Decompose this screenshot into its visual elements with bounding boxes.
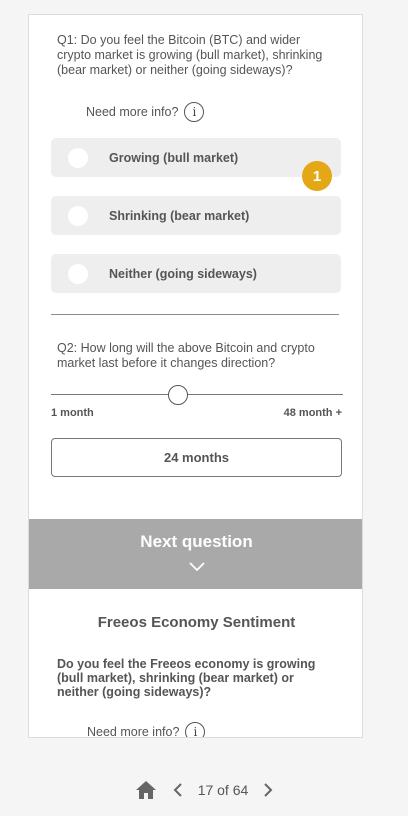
pagination-bar: 17 of 64 [0,776,408,804]
chevron-right-icon[interactable] [262,782,274,798]
option-growing[interactable]: Growing (bull market) [51,138,341,177]
page-indicator: 17 of 64 [197,782,249,798]
section-title: Freeos Economy Sentiment [97,614,296,631]
need-more-info-label: Need more info? [87,725,180,738]
home-icon[interactable] [134,779,158,801]
option-neither[interactable]: Neither (going sideways) [51,254,341,293]
next-question-button[interactable]: Next question [29,519,362,589]
option-label: Neither (going sideways) [109,266,257,281]
radio-button[interactable] [68,147,88,168]
need-more-info-link-2[interactable]: Need more info? i [87,721,206,738]
info-icon[interactable]: i [184,102,205,122]
duration-value-field[interactable]: 24 months [51,438,342,477]
question-2-text: Q2: How long will the above Bitcoin and … [57,341,315,370]
option-partial[interactable] [51,737,341,738]
duration-slider-track[interactable] [51,394,343,395]
radio-button[interactable] [68,205,88,226]
chevron-left-icon[interactable] [172,782,184,798]
next-question-label: Next question [140,532,253,551]
need-more-info-link[interactable]: Need more info? i [86,101,205,123]
slider-min-label: 1 month [51,407,94,419]
freeos-question-text: Do you feel the Freeos economy is growin… [57,657,316,699]
chevron-down-icon [188,558,205,576]
duration-slider-handle[interactable] [168,385,188,405]
info-icon[interactable]: i [185,722,206,737]
slider-max-label: 48 month + [283,407,342,419]
step-badge: 1 [302,161,332,191]
option-label: Growing (bull market) [109,150,239,165]
question-card: Q1: Do you feel the Bitcoin (BTC) and wi… [28,14,363,738]
radio-button[interactable] [68,263,88,284]
question-1-text: Q1: Do you feel the Bitcoin (BTC) and wi… [57,33,323,77]
need-more-info-label: Need more info? [86,105,179,119]
divider [51,314,339,315]
option-label: Shrinking (bear market) [109,208,250,223]
option-shrinking[interactable]: Shrinking (bear market) [51,196,341,235]
